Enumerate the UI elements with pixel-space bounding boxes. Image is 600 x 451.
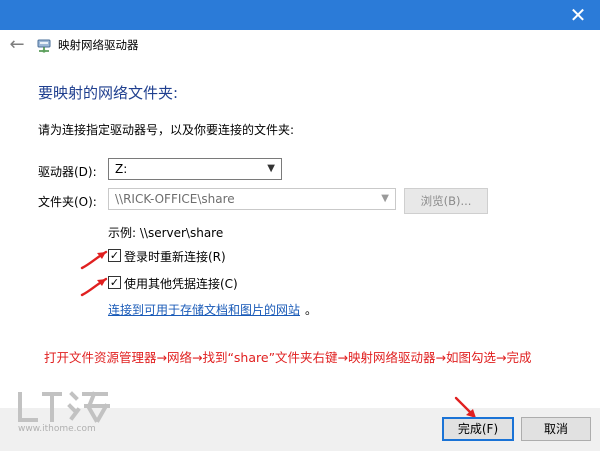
drive-letter-value: Z: bbox=[115, 162, 128, 176]
drive-label: 驱动器(D): bbox=[38, 165, 97, 179]
checkmark-icon: ✓ bbox=[109, 249, 120, 262]
link-suffix: 。 bbox=[305, 303, 318, 317]
page-heading: 要映射的网络文件夹: bbox=[38, 84, 179, 102]
network-drive-icon bbox=[37, 39, 51, 53]
chevron-down-icon[interactable]: ▼ bbox=[267, 159, 275, 179]
instruction-annotation: 打开文件资源管理器→网络→找到“share”文件夹右键→映射网络驱动器→如图勾选… bbox=[44, 350, 532, 365]
red-arrow-icon bbox=[80, 277, 108, 297]
folder-path-combobox[interactable]: \\RICK-OFFICE\share ▼ bbox=[108, 188, 396, 210]
title-bar: ✕ bbox=[0, 0, 600, 30]
instruction-text: 请为连接指定驱动器号，以及你要连接的文件夹: bbox=[38, 123, 295, 137]
back-arrow-icon[interactable]: ← bbox=[6, 34, 28, 56]
watermark-site-text: www.ithome.com bbox=[18, 424, 96, 434]
example-text: 示例: \\server\share bbox=[108, 226, 224, 240]
dialog-header: ← 映射网络驱动器 bbox=[0, 30, 600, 60]
drive-letter-select[interactable]: Z: ▼ bbox=[108, 158, 282, 180]
checkmark-icon: ✓ bbox=[109, 276, 120, 289]
red-arrow-icon bbox=[80, 250, 108, 270]
reconnect-label: 登录时重新连接(R) bbox=[124, 250, 226, 264]
folder-label: 文件夹(O): bbox=[38, 195, 97, 209]
other-credentials-label: 使用其他凭据连接(C) bbox=[124, 277, 238, 291]
connect-website-link[interactable]: 连接到可用于存储文档和图片的网站 bbox=[108, 301, 300, 318]
chevron-down-icon[interactable]: ▼ bbox=[381, 189, 389, 209]
finish-button[interactable]: 完成(F) bbox=[442, 417, 514, 441]
window-title: 映射网络驱动器 bbox=[58, 38, 139, 52]
folder-path-value: \\RICK-OFFICE\share bbox=[115, 192, 235, 206]
close-icon[interactable]: ✕ bbox=[556, 0, 600, 30]
browse-button[interactable]: 浏览(B)... bbox=[404, 188, 488, 214]
cancel-button[interactable]: 取消 bbox=[521, 417, 591, 441]
